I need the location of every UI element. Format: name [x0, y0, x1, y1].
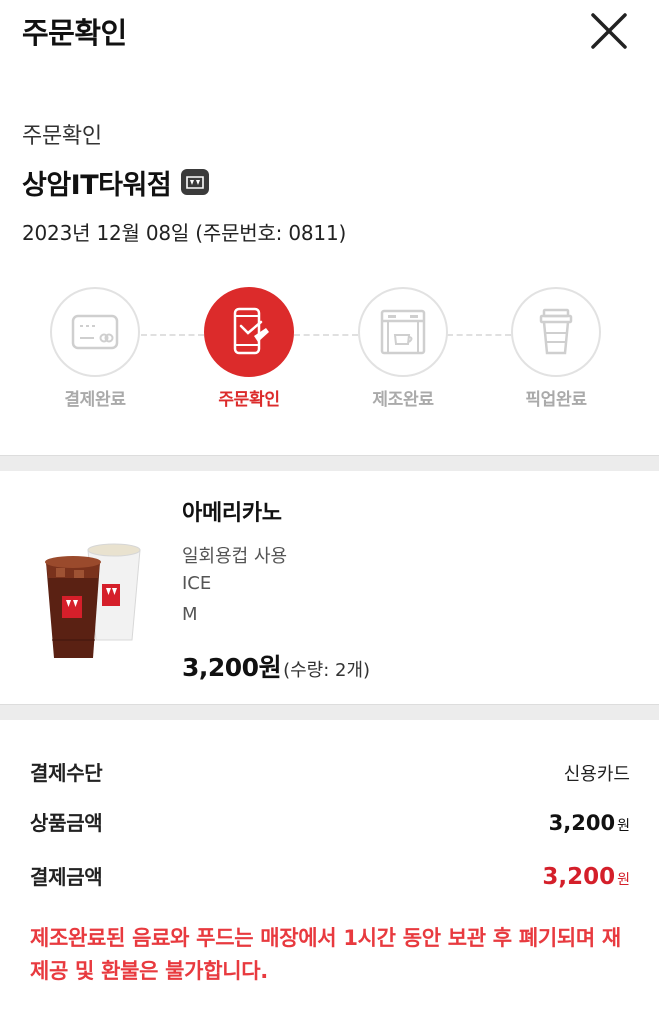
item-amount-label: 상품금액	[30, 811, 103, 835]
step-pickup-complete: 픽업완료	[496, 287, 616, 410]
payment-method-row: 결제수단 신용카드	[30, 757, 630, 787]
order-section-title: 주문확인	[22, 124, 102, 149]
phone-order-icon	[233, 307, 269, 355]
currency-unit: 원	[617, 818, 630, 834]
section-divider	[0, 704, 659, 720]
step-label: 주문확인	[218, 390, 280, 410]
coffee-machine-icon	[380, 309, 426, 355]
payment-method-label: 결제수단	[30, 761, 103, 785]
step-preparation-complete: 제조완료	[343, 287, 463, 410]
takeout-cup-icon	[539, 308, 573, 355]
order-date: 2023년 12월 08일 (주문번호: 0811)	[22, 221, 347, 245]
payment-method-value: 신용카드	[563, 764, 630, 785]
close-icon	[591, 13, 627, 49]
step-label: 결제완료	[64, 390, 126, 410]
iced-americano-cups-image	[45, 543, 141, 658]
step-label: 픽업완료	[525, 390, 587, 410]
order-progress: 결제완료 주문확인 제조완료 픽업완료	[0, 287, 659, 417]
product-option: M	[182, 604, 198, 625]
close-button[interactable]	[586, 8, 632, 54]
product-option: ICE	[182, 573, 212, 594]
card-icon	[71, 314, 119, 350]
step-order-confirmed: 주문확인	[189, 287, 309, 410]
currency-unit: 원	[617, 872, 630, 888]
total-amount-row: 결제금액 3,200 원	[30, 861, 630, 891]
product-quantity: (수량: 2개)	[283, 660, 371, 681]
product-name: 아메리카노	[182, 501, 282, 526]
total-amount-value: 3,200 원	[542, 864, 630, 890]
header: 주문확인	[0, 0, 659, 62]
product-option: 일회용컵 사용	[182, 546, 288, 567]
section-divider	[0, 455, 659, 471]
store-row: 상암IT타워점	[22, 162, 210, 202]
total-amount-label: 결제금액	[30, 865, 103, 889]
price-row: 3,200원 (수량: 2개)	[182, 648, 370, 684]
disposal-notice: 제조완료된 음료와 푸드는 매장에서 1시간 동안 보관 후 폐기되며 재제공 …	[30, 926, 621, 983]
page-title: 주문확인	[22, 16, 127, 50]
item-amount-row: 상품금액 3,200 원	[30, 807, 630, 837]
step-payment-complete: 결제완료	[35, 287, 155, 410]
store-name: 상암IT타워점	[22, 169, 172, 201]
step-label: 제조완료	[372, 390, 434, 410]
item-amount-value: 3,200 원	[548, 811, 630, 835]
store-logo-icon	[181, 169, 210, 195]
product-price: 3,200원	[182, 653, 282, 682]
